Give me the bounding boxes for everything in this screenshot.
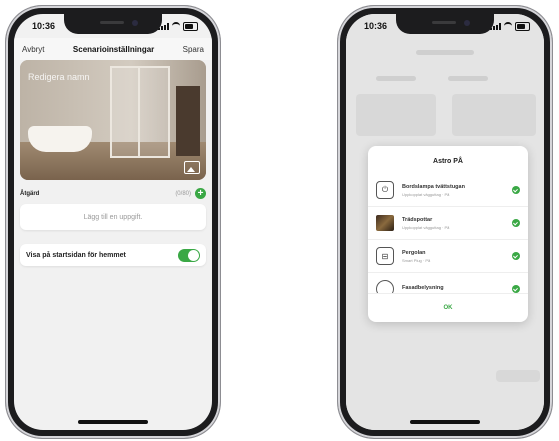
check-icon <box>512 252 520 260</box>
add-task-label: Lägg till en uppgift. <box>83 213 143 221</box>
page-title: Scenarioinställningar <box>72 44 155 54</box>
scenario-cover-image[interactable]: Redigera namn <box>20 60 206 180</box>
bathtub-illustration <box>28 126 92 152</box>
battery-icon <box>515 21 530 31</box>
check-icon <box>512 219 520 227</box>
screen: 10:36 Astro PÅ ⏻ Bordslampa tvättstugan … <box>346 14 544 430</box>
notch <box>396 14 494 34</box>
list-item[interactable]: ⊟ Pergolan Smart Plug · På <box>368 240 528 273</box>
check-icon <box>512 186 520 194</box>
save-button[interactable]: Spara <box>183 45 204 54</box>
add-action-icon[interactable]: + <box>195 188 206 199</box>
device-name: Bordslampa tvättstugan <box>402 183 465 190</box>
cancel-button[interactable]: Avbryt <box>22 45 45 54</box>
scenario-name-field[interactable]: Redigera namn <box>28 72 90 82</box>
actions-count: (0/80) <box>175 190 191 197</box>
bulb-icon <box>376 280 394 294</box>
add-task-button[interactable]: Lägg till en uppgift. <box>20 204 206 230</box>
show-on-home-row: Visa på startsidan för hemmet <box>20 244 206 266</box>
dialog-title: Astro PÅ <box>433 158 463 165</box>
device-name: Trädspottar <box>402 216 433 223</box>
device-name: Pergolan <box>402 249 426 256</box>
plug-icon: ⊟ <box>376 247 394 265</box>
list-item[interactable]: ⏻ Bordslampa tvättstugan Uppkopplat vägg… <box>368 174 528 207</box>
device-name: Fasadbelysning <box>402 285 444 291</box>
device-status: Uppkopplat vägguttag · På <box>402 224 450 230</box>
check-icon <box>512 285 520 293</box>
device-status: Uppkopplat vägguttag · På <box>402 191 450 197</box>
navigation-bar: Avbryt Scenarioinställningar Spara <box>14 38 212 60</box>
home-indicator[interactable] <box>78 420 148 424</box>
astro-dialog: Astro PÅ ⏻ Bordslampa tvättstugan Uppkop… <box>368 146 528 322</box>
status-time: 10:36 <box>364 21 388 31</box>
show-on-home-label: Visa på startsidan för hemmet <box>26 251 126 259</box>
list-item[interactable]: Trädspottar Uppkopplat vägguttag · På <box>368 207 528 240</box>
power-icon: ⏻ <box>376 181 394 199</box>
battery-icon <box>183 21 198 31</box>
home-indicator[interactable] <box>410 420 480 424</box>
show-on-home-toggle[interactable] <box>178 248 200 262</box>
wifi-icon <box>504 22 512 30</box>
wifi-icon <box>172 22 180 30</box>
list-item[interactable]: Fasadbelysning <box>368 273 528 294</box>
shower-illustration <box>110 66 170 158</box>
phone-scenario-settings: 10:36 Avbryt Scenarioinställningar Spara… <box>6 6 220 438</box>
phone-astro-dialog: 10:36 Astro PÅ ⏻ Bordslampa tvättstugan … <box>338 6 552 438</box>
notch <box>64 14 162 34</box>
tree-thumbnail <box>376 215 394 231</box>
device-status: Smart Plug · På <box>402 257 431 263</box>
actions-label: Åtgärd <box>20 190 40 197</box>
cabinet-illustration <box>176 86 200 156</box>
image-icon[interactable] <box>184 161 200 174</box>
ok-button[interactable]: OK <box>368 293 528 322</box>
screen: 10:36 Avbryt Scenarioinställningar Spara… <box>14 14 212 430</box>
actions-header: Åtgärd (0/80) + <box>20 188 206 199</box>
device-list[interactable]: ⏻ Bordslampa tvättstugan Uppkopplat vägg… <box>368 174 528 294</box>
status-time: 10:36 <box>32 21 56 31</box>
